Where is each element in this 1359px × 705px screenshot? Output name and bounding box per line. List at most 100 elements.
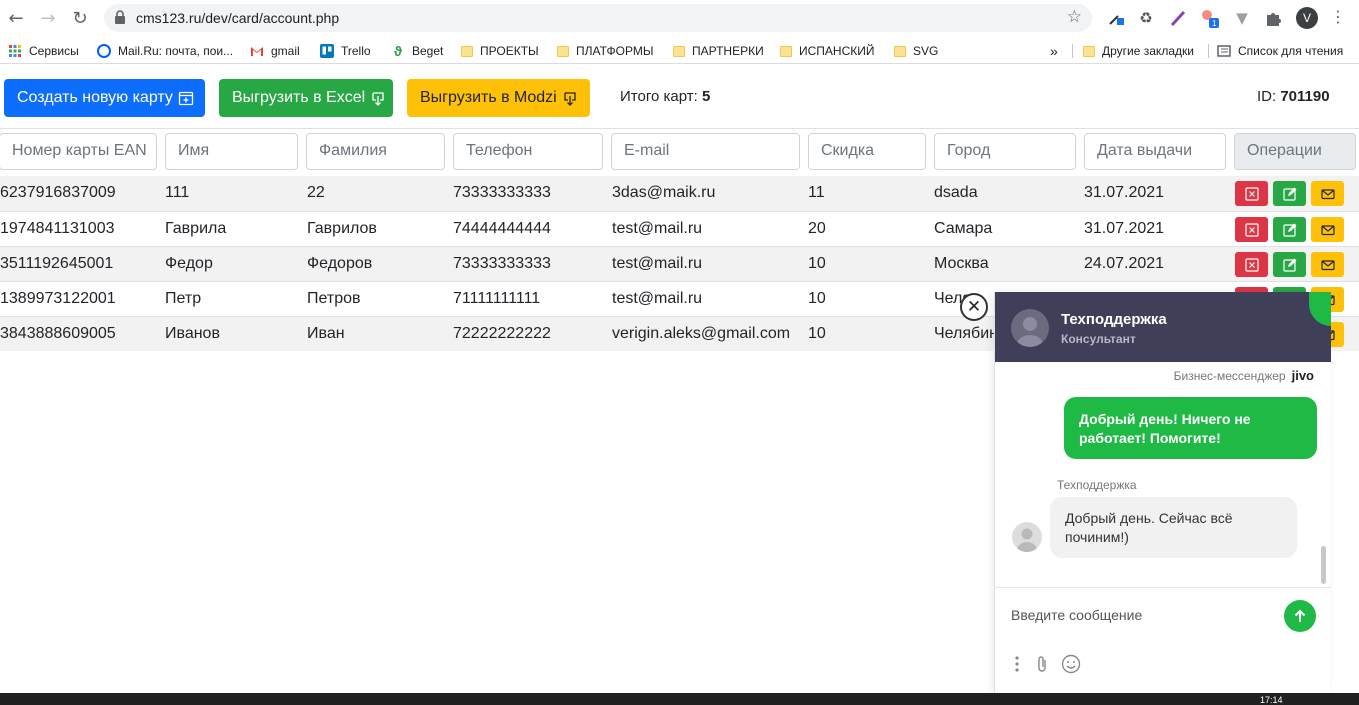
agent-small-avatar <box>1012 522 1042 552</box>
bookmarks-separator <box>1208 44 1209 58</box>
taskbar-clock: 17:14 <box>1260 695 1283 705</box>
address-bar[interactable]: cms123.ru/dev/card/account.php ☆ <box>104 4 1092 32</box>
filter-date-input[interactable]: Дата выдачи <box>1084 133 1226 170</box>
bookmark-folder-partners[interactable]: ПАРТНЕРКИ <box>673 42 764 60</box>
filter-surname-input[interactable]: Фамилия <box>306 133 445 170</box>
cell-city: Самара <box>934 220 993 237</box>
pencil-square-icon <box>1282 223 1296 237</box>
chat-close-button[interactable]: ✕ <box>960 293 988 321</box>
puzzle-extensions-icon[interactable] <box>1263 8 1283 28</box>
email-button[interactable] <box>1311 181 1344 206</box>
cell-discount: 10 <box>808 255 826 272</box>
bookmark-folder-svg[interactable]: SVG <box>894 42 938 60</box>
browser-menu-icon[interactable]: ⋮ <box>1330 7 1346 29</box>
send-button[interactable] <box>1284 600 1316 632</box>
bookmark-services[interactable]: Сервисы <box>8 42 79 60</box>
bookmarks-overflow-button[interactable]: » <box>1050 42 1058 60</box>
forward-arrow-icon[interactable]: → <box>36 6 60 30</box>
cell-phone: 72222222222 <box>453 325 551 342</box>
email-button[interactable] <box>1311 252 1344 277</box>
recycle-extension-icon[interactable]: ♻ <box>1136 8 1156 28</box>
filter-phone-input[interactable]: Телефон <box>453 133 603 170</box>
agent-message-label: Техподдержка <box>1057 478 1137 492</box>
bookmark-star-icon[interactable]: ☆ <box>1067 7 1082 27</box>
cell-name: Гаврила <box>165 220 227 237</box>
filter-email-input[interactable]: E-mail <box>611 133 800 170</box>
cell-discount: 11 <box>808 184 825 201</box>
agent-avatar <box>1011 309 1049 347</box>
account-id-value: 701190 <box>1280 88 1330 105</box>
edit-button[interactable] <box>1273 217 1306 242</box>
eyedropper-extension-icon[interactable] <box>1106 8 1126 28</box>
delete-button[interactable] <box>1235 252 1268 277</box>
chat-message-input[interactable]: Введите сообщение <box>1011 607 1142 623</box>
bookmark-other[interactable]: Другие закладки <box>1083 42 1194 60</box>
x-square-icon <box>1244 257 1259 272</box>
divider <box>0 128 1359 129</box>
cell-email: 3das@maik.ru <box>612 184 716 201</box>
emoji-icon[interactable] <box>1061 654 1081 674</box>
jivo-branding[interactable]: Бизнес-мессенджер jivo <box>1174 368 1314 383</box>
cell-surname: Гаврилов <box>307 220 377 237</box>
cell-email: test@mail.ru <box>612 220 703 237</box>
feather-extension-icon[interactable] <box>1168 8 1188 28</box>
folder-icon <box>673 45 685 57</box>
extension-with-badge-icon[interactable]: 1 <box>1200 8 1220 28</box>
cell-name: Иванов <box>165 325 220 342</box>
chat-header: Техподдержка Консультант <box>995 292 1331 362</box>
arrow-up-icon <box>1294 609 1306 622</box>
cell-date: 31.07.2021 <box>1084 220 1165 237</box>
cell-city: Москва <box>934 255 989 272</box>
folder-icon <box>894 45 906 57</box>
bookmark-folder-platforms[interactable]: ПЛАТФОРМЫ <box>557 42 653 60</box>
export-modzi-button[interactable]: Выгрузить в Modzi <box>407 79 590 117</box>
calendar-plus-icon <box>178 91 194 106</box>
filter-ean-input[interactable]: Номер карты EAN <box>0 133 157 170</box>
envelope-icon <box>1320 259 1335 270</box>
beget-icon: ϑ <box>393 43 403 59</box>
vuetify-extension-icon[interactable]: ▼ <box>1232 8 1252 28</box>
bookmark-beget[interactable]: ϑ Beget <box>391 42 443 60</box>
folder-icon <box>780 45 792 57</box>
more-options-icon[interactable] <box>1007 654 1027 674</box>
trello-icon <box>320 44 334 58</box>
bookmark-trello[interactable]: Trello <box>320 42 371 60</box>
filter-discount-input[interactable]: Скидка <box>808 133 926 170</box>
pencil-square-icon <box>1282 187 1296 201</box>
edit-button[interactable] <box>1273 252 1306 277</box>
cell-ean: 1389973122001 <box>0 290 116 307</box>
account-id: ID: 701190 <box>1257 88 1330 105</box>
create-card-button[interactable]: Создать новую карту <box>4 79 205 117</box>
export-excel-button[interactable]: Выгрузить в Excel <box>219 79 393 117</box>
online-indicator <box>1309 292 1331 326</box>
taskbar: 17:14 <box>0 693 1359 705</box>
cell-date: 31.07.2021 <box>1084 184 1165 201</box>
cell-phone: 73333333333 <box>453 255 551 272</box>
cell-city: dsada <box>934 184 978 201</box>
reload-icon[interactable]: ↻ <box>68 6 92 30</box>
back-arrow-icon[interactable]: ← <box>4 6 28 30</box>
profile-avatar[interactable]: V <box>1296 7 1318 29</box>
bookmark-mailru[interactable]: Mail.Ru: почта, пои... <box>97 42 233 60</box>
edit-button[interactable] <box>1273 181 1306 206</box>
email-button[interactable] <box>1311 217 1344 242</box>
filter-name-input[interactable]: Имя <box>165 133 298 170</box>
cell-email: verigin.aleks@gmail.com <box>612 325 791 342</box>
bookmark-gmail[interactable]: gmail <box>250 42 300 60</box>
folder-icon <box>461 45 473 57</box>
apps-grid-icon <box>9 45 21 57</box>
bookmark-folder-projects[interactable]: ПРОЕКТЫ <box>461 42 539 60</box>
chat-scrollbar[interactable] <box>1321 546 1326 584</box>
delete-button[interactable] <box>1235 181 1268 206</box>
total-cards: Итого карт: 5 <box>620 88 711 105</box>
x-square-icon <box>1244 222 1259 237</box>
delete-button[interactable] <box>1235 217 1268 242</box>
user-message: Добрый день! Ничего не работает! Помогит… <box>1064 397 1317 459</box>
bookmarks-separator <box>1072 44 1073 58</box>
filter-city-input[interactable]: Город <box>934 133 1076 170</box>
cell-name: Петр <box>165 290 202 307</box>
reading-list-button[interactable]: Список для чтения <box>1217 42 1343 60</box>
paperclip-icon[interactable] <box>1032 654 1052 674</box>
x-square-icon <box>1244 186 1259 201</box>
bookmark-folder-spanish[interactable]: ИСПАНСКИЙ <box>780 42 875 60</box>
